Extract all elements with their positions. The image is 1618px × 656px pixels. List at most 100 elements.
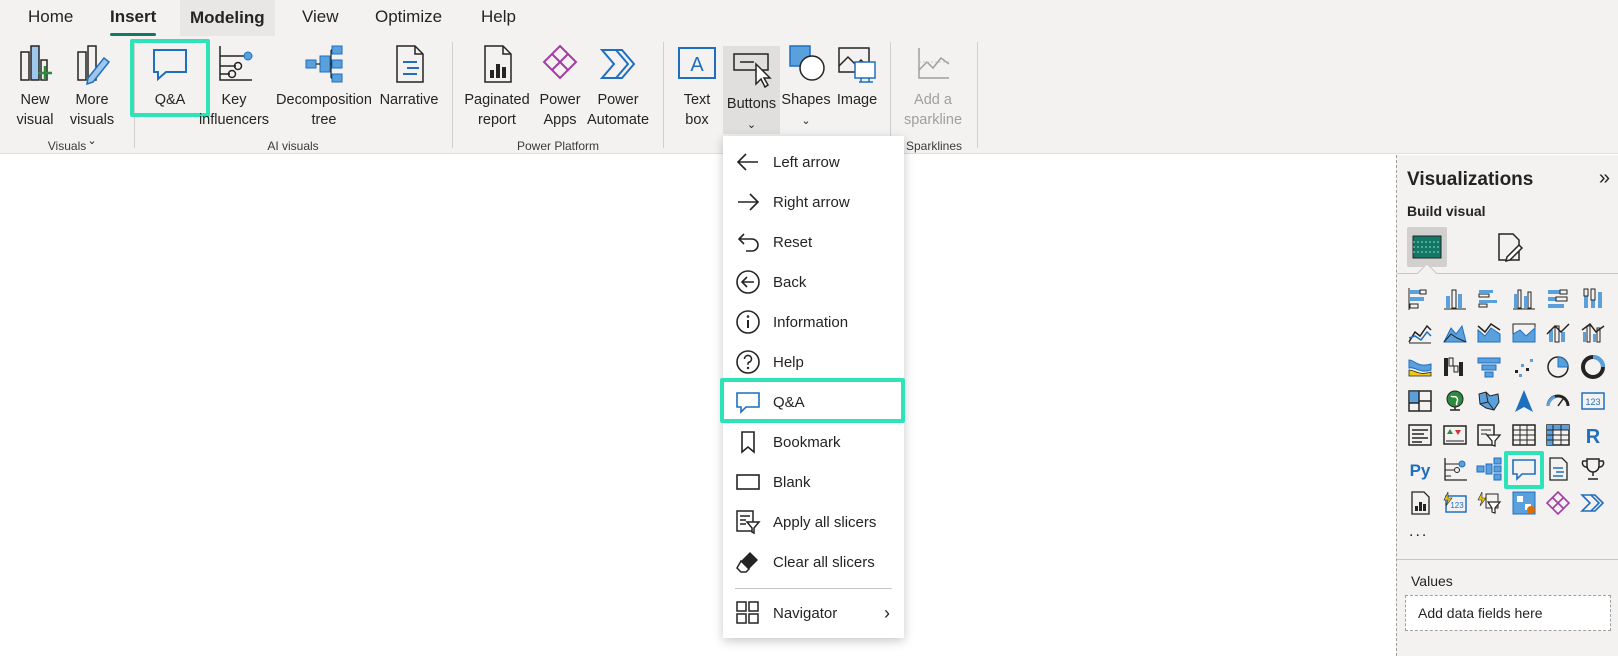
shapes-button[interactable]: Shapes ⌄ xyxy=(780,42,832,131)
r-visual-icon: R xyxy=(1585,426,1600,448)
qa-visual-button[interactable] xyxy=(1510,455,1538,483)
stacked-area-visual-button[interactable] xyxy=(1475,319,1503,347)
100-column-visual-button[interactable] xyxy=(1579,285,1607,313)
menu-item-back[interactable]: Back xyxy=(723,262,904,302)
key-influencers-visual-button[interactable] xyxy=(1441,455,1469,483)
stacked-area-icon xyxy=(1477,322,1501,343)
svg-text:Py: Py xyxy=(1410,461,1431,480)
pie-visual-button[interactable] xyxy=(1544,353,1572,381)
metrics-visual-button[interactable] xyxy=(1579,455,1607,483)
report-canvas[interactable] xyxy=(0,155,1395,656)
card-new-visual-button[interactable]: 123 xyxy=(1441,489,1469,517)
slicer-visual-button[interactable] xyxy=(1475,421,1503,449)
tab-modeling[interactable]: Modeling xyxy=(180,0,275,36)
multi-row-card-visual-button[interactable] xyxy=(1406,421,1434,449)
add-sparkline-button[interactable]: Add a sparkline xyxy=(898,42,968,130)
key-influencers-button[interactable]: Key influencers xyxy=(196,42,272,130)
scatter-visual-button[interactable] xyxy=(1510,353,1538,381)
stacked-bar-visual-button[interactable] xyxy=(1406,285,1434,313)
paginated-report-visual-button[interactable] xyxy=(1406,489,1434,517)
table-icon xyxy=(1511,424,1536,446)
menu-item-blank[interactable]: Blank xyxy=(723,462,904,502)
line-clustered-visual-button[interactable] xyxy=(1579,319,1607,347)
line-chart-visual-button[interactable] xyxy=(1406,319,1434,347)
decomposition-tree-visual-button[interactable] xyxy=(1475,455,1503,483)
new-visual-button[interactable]: New visual xyxy=(12,42,58,130)
values-label: Values xyxy=(1411,573,1453,589)
menu-item-right-arrow[interactable]: Right arrow xyxy=(723,182,904,222)
tab-optimize[interactable]: Optimize xyxy=(375,7,442,35)
menu-item-information[interactable]: Information xyxy=(723,302,904,342)
waterfall-visual-button[interactable] xyxy=(1441,353,1469,381)
svg-text:A: A xyxy=(690,54,704,76)
decomposition-tree-label-1: Decomposition xyxy=(276,92,372,108)
menu-item-apply-all-slicers[interactable]: Apply all slicers xyxy=(723,502,904,542)
table-visual-button[interactable] xyxy=(1510,421,1538,449)
tab-help[interactable]: Help xyxy=(481,7,516,35)
image-button[interactable]: Image xyxy=(832,42,882,110)
map-visual-button[interactable] xyxy=(1441,387,1469,415)
buttons-dropdown-menu: Left arrow Right arrow Reset Back Inform… xyxy=(723,136,904,638)
add-sparkline-label-1: Add a xyxy=(914,92,952,108)
tab-view[interactable]: View xyxy=(302,7,339,35)
clustered-bar-visual-button[interactable] xyxy=(1475,285,1503,313)
menu-item-left-arrow[interactable]: Left arrow xyxy=(723,142,904,182)
power-apps-diamond-visual-button[interactable] xyxy=(1544,489,1572,517)
menu-item-navigator[interactable]: Navigator › xyxy=(723,593,904,633)
button-slicer-visual-button[interactable] xyxy=(1475,489,1503,517)
card-icon: 123 xyxy=(1580,392,1605,410)
power-apps-visual-button[interactable] xyxy=(1510,489,1538,517)
line-column-visual-button[interactable] xyxy=(1544,319,1572,347)
funnel-icon xyxy=(1477,357,1501,378)
menu-item-qa[interactable]: Q&A xyxy=(723,382,904,422)
power-automate-visual-button[interactable] xyxy=(1579,489,1607,517)
clustered-column-visual-button[interactable] xyxy=(1510,285,1538,313)
donut-visual-button[interactable] xyxy=(1579,353,1607,381)
area-chart-visual-button[interactable] xyxy=(1441,319,1469,347)
menu-item-help[interactable]: Help xyxy=(723,342,904,382)
100-area-icon xyxy=(1512,323,1535,343)
azure-map-visual-button[interactable] xyxy=(1510,387,1538,415)
100-area-visual-button[interactable] xyxy=(1510,319,1538,347)
collapse-pane-icon[interactable]: » xyxy=(1599,167,1610,190)
azure-map-icon xyxy=(1514,390,1533,412)
menu-item-reset[interactable]: Reset xyxy=(723,222,904,262)
values-drop-zone[interactable]: Add data fields here xyxy=(1405,595,1611,631)
python-visual-visual-button[interactable]: Py xyxy=(1406,455,1434,483)
menu-item-clear-all-slicers[interactable]: Clear all slicers xyxy=(723,542,904,582)
text-box-button[interactable]: A Text box xyxy=(674,42,720,130)
r-visual-visual-button[interactable]: R xyxy=(1579,421,1607,449)
more-visuals-button[interactable]: More visuals⌄ xyxy=(66,42,118,151)
ribbon-chart-visual-button[interactable] xyxy=(1406,353,1434,381)
stacked-column-icon xyxy=(1443,289,1466,310)
card-visual-button[interactable]: 123 xyxy=(1579,387,1607,415)
funnel-visual-button[interactable] xyxy=(1475,353,1503,381)
menu-item-bookmark[interactable]: Bookmark xyxy=(723,422,904,462)
menu-item-label: Apply all slicers xyxy=(773,513,877,531)
tab-insert[interactable]: Insert xyxy=(110,7,157,36)
matrix-visual-button[interactable] xyxy=(1544,421,1572,449)
format-visual-tab[interactable] xyxy=(1489,227,1529,267)
narrative-visual-button[interactable] xyxy=(1544,455,1572,483)
more-visuals-label-1: More xyxy=(75,92,109,108)
qa-button[interactable]: Q&A xyxy=(138,42,202,110)
paginated-report-button[interactable]: Paginated report xyxy=(462,42,532,130)
narrative-button[interactable]: Narrative xyxy=(376,42,442,110)
more-visuals-ellipsis[interactable]: ... xyxy=(1409,523,1428,541)
power-automate-button[interactable]: Power Automate xyxy=(585,42,651,130)
kpi-visual-button[interactable] xyxy=(1441,421,1469,449)
decomposition-tree-button[interactable]: Decomposition tree xyxy=(272,42,376,130)
stacked-column-visual-button[interactable] xyxy=(1441,285,1469,313)
gauge-visual-button[interactable] xyxy=(1544,387,1572,415)
buttons-dropdown-button[interactable]: Buttons ⌄ xyxy=(723,46,780,134)
svg-text:123: 123 xyxy=(1450,501,1464,510)
tab-home[interactable]: Home xyxy=(28,7,73,35)
treemap-visual-button[interactable] xyxy=(1406,387,1434,415)
build-visual-tab[interactable] xyxy=(1407,227,1447,267)
power-apps-button[interactable]: Power Apps xyxy=(535,42,585,130)
menu-item-label: Back xyxy=(773,273,807,291)
ribbon-chart-icon xyxy=(1408,359,1432,377)
button-slicer-icon xyxy=(1477,491,1502,514)
100-bar-visual-button[interactable] xyxy=(1544,285,1572,313)
filled-map-visual-button[interactable] xyxy=(1475,387,1503,415)
